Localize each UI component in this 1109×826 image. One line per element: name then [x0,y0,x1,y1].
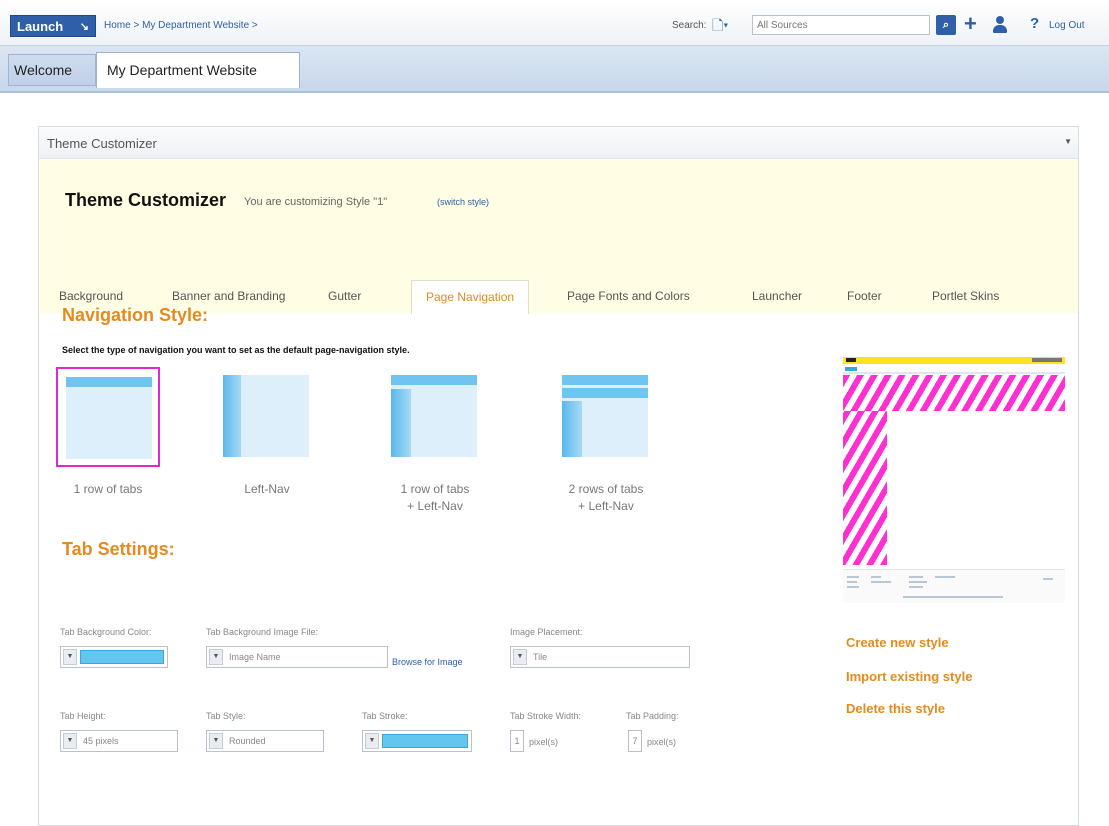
customizing-style-text: You are customizing Style "1" [244,196,388,208]
page-tab-strip: Welcome My Department Website [0,46,1109,93]
portlet-header: Theme Customizer ▼ [39,127,1078,159]
tab-settings-heading: Tab Settings: [62,539,175,559]
tab-bg-image-field[interactable]: ▼ Image Name [206,646,388,668]
padding-input[interactable]: 7 [628,730,642,752]
tab-footer[interactable]: Footer [847,289,882,303]
tab-bg-color-label: Tab Background Color: [60,627,152,637]
search-icon[interactable]: ⌕ [936,15,956,35]
navigation-style-description: Select the type of navigation you want t… [62,345,410,355]
tab-stroke-picker[interactable]: ▼ [362,730,472,752]
tab-portlet-skins[interactable]: Portlet Skins [932,289,999,303]
nav-option-thumbnail [383,367,487,467]
document-icon[interactable]: 🗋▾ [712,15,732,35]
user-icon[interactable] [993,16,1007,34]
image-placement-value: Tile [533,652,548,662]
tab-banner-and-branding[interactable]: Banner and Branding [172,289,285,303]
tab-height-value: 45 pixels [83,736,119,746]
launch-chevron-icon: ↘ [79,21,89,33]
tab-background[interactable]: Background [59,289,123,303]
tab-style-value: Rounded [229,736,266,746]
tab-height-label: Tab Height: [60,711,106,721]
nav-option-label: 1 row of tabs + Left-Nav [400,482,470,513]
page-title: Theme Customizer [65,190,227,210]
breadcrumb[interactable]: Home > My Department Website > [104,20,258,31]
dropdown-arrow-icon[interactable]: ▼ [513,649,527,665]
switch-style-link[interactable]: (switch style) [437,197,489,207]
theme-customizer-portlet: Theme Customizer ▼ Theme Customizer You … [38,126,1079,826]
image-name-placeholder: Image Name [229,652,281,662]
stroke-width-input[interactable]: 1 [510,730,524,752]
logout-link[interactable]: Log Out [1049,20,1085,31]
image-placement-select[interactable]: ▼ Tile [510,646,690,668]
delete-style-link[interactable]: Delete this style [846,701,945,716]
dropdown-arrow-icon[interactable]: ▼ [209,733,223,749]
launch-label: Launch [17,19,64,34]
launch-button[interactable]: Launch ↘ [10,15,96,37]
navigation-style-heading: Navigation Style: [62,305,209,325]
portlet-menu-icon[interactable]: ▼ [1064,137,1072,146]
tab-page-navigation[interactable]: Page Navigation [411,280,530,314]
top-bar: Launch ↘ Home > My Department Website > … [0,0,1109,46]
theme-preview-image [843,357,1065,603]
tab-my-department-website[interactable]: My Department Website [96,52,300,88]
portlet-title: Theme Customizer [47,136,157,151]
tab-bg-image-label: Tab Background Image File: [206,627,319,637]
tab-launcher[interactable]: Launcher [752,289,802,303]
tab-stroke-label: Tab Stroke: [362,711,408,721]
nav-option-label: 2 rows of tabs + Left-Nav [568,482,644,513]
tab-stroke-width-label: Tab Stroke Width: [510,711,582,721]
tab-page-fonts-and-colors[interactable]: Page Fonts and Colors [567,289,690,303]
nav-option-two-rows-tabs-left-nav[interactable]: 2 rows of tabs + Left-Nav [551,367,661,515]
nav-option-left-nav[interactable]: Left-Nav [212,367,322,498]
image-placement-label: Image Placement: [510,627,583,637]
tab-height-select[interactable]: ▼ 45 pixels [60,730,178,752]
customizer-header: Theme Customizer You are customizing Sty… [39,160,1078,314]
import-existing-style-link[interactable]: Import existing style [846,669,972,684]
browse-for-image-link[interactable]: Browse for Image [392,657,463,667]
dropdown-arrow-icon[interactable]: ▼ [63,649,77,665]
tab-bg-color-picker[interactable]: ▼ [60,646,168,668]
help-icon[interactable]: ? [1030,15,1039,32]
plus-icon[interactable]: + [964,11,977,37]
dropdown-arrow-icon[interactable]: ▼ [365,733,379,749]
tab-gutter[interactable]: Gutter [328,289,361,303]
color-swatch [382,734,468,748]
tab-style-select[interactable]: ▼ Rounded [206,730,324,752]
padding-unit: pixel(s) [647,737,677,747]
dropdown-arrow-icon[interactable]: ▼ [63,733,77,749]
tab-welcome[interactable]: Welcome [8,54,96,86]
color-swatch [80,650,164,664]
tab-padding-label: Tab Padding: [626,711,679,721]
nav-option-label: Left-Nav [244,482,290,496]
nav-option-label: 1 row of tabs [73,482,143,496]
nav-option-thumbnail [554,367,658,467]
create-new-style-link[interactable]: Create new style [846,635,949,650]
nav-option-thumbnail [56,367,160,467]
tab-style-label: Tab Style: [206,711,246,721]
nav-option-one-row-tabs-left-nav[interactable]: 1 row of tabs + Left-Nav [380,367,490,515]
stroke-width-unit: pixel(s) [529,737,559,747]
dropdown-arrow-icon[interactable]: ▼ [209,649,223,665]
nav-option-thumbnail [215,367,319,467]
nav-option-one-row-tabs[interactable]: 1 row of tabs [53,367,163,498]
search-input[interactable] [752,15,930,35]
search-label: Search: [672,20,707,31]
